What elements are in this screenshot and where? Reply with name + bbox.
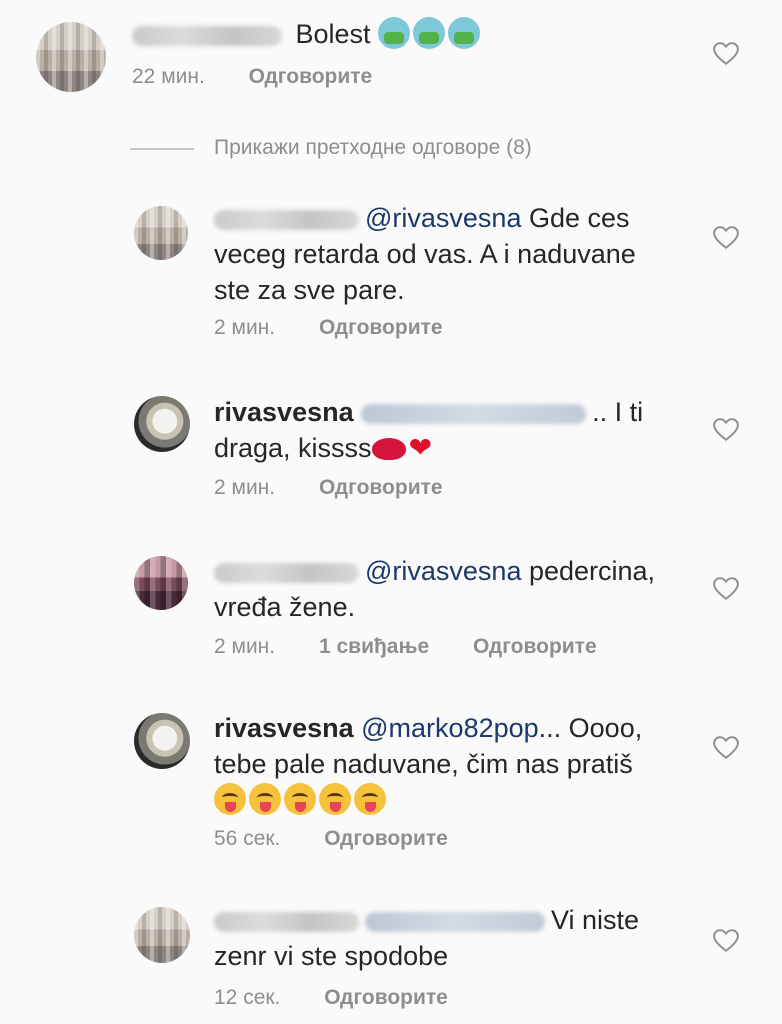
mention-link[interactable]: @marko82pop (361, 713, 539, 743)
tongue-face-icon (354, 783, 386, 815)
comment-body: rivasvesna @marko82pop... Oooo, tebe pal… (214, 710, 694, 818)
heart-outline-icon[interactable] (713, 929, 739, 953)
replies-divider (130, 148, 194, 150)
comment-text: pedercina, (521, 556, 656, 586)
timestamp: 12 сек. (214, 986, 281, 1009)
timestamp: 22 мин. (132, 65, 205, 88)
comment-body: rivasvesna .. I ti draga, kissss ❤ (214, 394, 684, 466)
kiss-mark-icon (371, 438, 406, 460)
avatar[interactable] (134, 206, 188, 260)
reply-button[interactable]: Одговорите (319, 316, 443, 339)
nauseated-face-icon (448, 17, 481, 49)
comment-meta: 2 мин. Одговорите (214, 315, 443, 341)
comment-text: draga, kissss (214, 433, 372, 463)
comment-text: Gde ces (521, 203, 630, 233)
tongue-face-icon (249, 783, 281, 815)
mention-link[interactable]: @rivasvesna (365, 556, 521, 586)
comment-text: ... Oooo, (538, 713, 643, 743)
avatar[interactable] (134, 907, 190, 963)
reply-button[interactable]: Одговорите (324, 986, 448, 1009)
blurred-mention[interactable] (365, 911, 545, 932)
comment-text: ste za sve pare. (214, 275, 405, 305)
reply-button[interactable]: Одговорите (473, 635, 597, 658)
comment-text: zenr vi ste spodobe (214, 941, 449, 971)
comment-text: tebe pale naduvane, čim nas pratiš (214, 749, 633, 779)
timestamp: 2 мин. (214, 316, 276, 339)
comment-text: vređa žene. (214, 592, 356, 622)
nauseated-face-icon (413, 17, 446, 49)
tongue-face-icon (284, 783, 316, 815)
comment-body: Vi niste zenr vi ste spodobe (214, 902, 684, 974)
comment-body: @rivasvesna pedercina, vređa žene. (214, 553, 684, 625)
reply-button[interactable]: Одговорите (319, 476, 443, 499)
comment-meta: 2 мин. Одговорите (214, 475, 443, 501)
nauseated-face-icon (378, 17, 411, 49)
blurred-username[interactable] (214, 209, 359, 230)
username-link[interactable]: rivasvesna (214, 713, 354, 743)
comment-body: Bolest (132, 16, 483, 52)
mention-link[interactable]: @rivasvesna (365, 203, 521, 233)
blurred-mention[interactable] (361, 403, 587, 424)
heart-outline-icon[interactable] (713, 42, 739, 66)
likes-count-button[interactable]: 1 свиђање (319, 635, 429, 658)
comment-meta: 56 сек. Одговорите (214, 826, 448, 852)
blurred-username[interactable] (132, 25, 282, 46)
avatar[interactable] (134, 556, 188, 610)
comment-text: Bolest (295, 19, 371, 49)
avatar[interactable] (134, 713, 190, 769)
comment-meta: 12 сек. Одговорите (214, 985, 448, 1011)
blurred-username[interactable] (214, 562, 359, 583)
heart-outline-icon[interactable] (713, 736, 739, 760)
heart-outline-icon[interactable] (713, 418, 739, 442)
comment-meta: 22 мин. Одговорите (132, 64, 372, 90)
reply-button[interactable]: Одговорите (324, 827, 448, 850)
avatar[interactable] (134, 396, 190, 452)
comment-text: .. I ti (592, 397, 644, 427)
timestamp: 2 мин. (214, 635, 276, 658)
tongue-face-icon (319, 783, 351, 815)
timestamp: 56 сек. (214, 827, 281, 850)
blurred-username[interactable] (214, 911, 359, 932)
avatar[interactable] (36, 22, 106, 92)
show-previous-replies-button[interactable]: Прикажи претходне одговоре (8) (214, 134, 532, 162)
comment-text: veceg retarda od vas. A i naduvane (214, 239, 636, 269)
timestamp: 2 мин. (214, 476, 276, 499)
comment-text: Vi niste (551, 905, 640, 935)
comment-body: @rivasvesna Gde ces veceg retarda od vas… (214, 200, 684, 308)
red-heart-icon: ❤ (408, 432, 433, 463)
reply-button[interactable]: Одговорите (249, 65, 373, 88)
heart-outline-icon[interactable] (713, 226, 739, 250)
heart-outline-icon[interactable] (713, 577, 739, 601)
comment-meta: 2 мин. 1 свиђање Одговорите (214, 634, 597, 660)
tongue-face-icon (214, 783, 246, 815)
username-link[interactable]: rivasvesna (214, 397, 354, 427)
